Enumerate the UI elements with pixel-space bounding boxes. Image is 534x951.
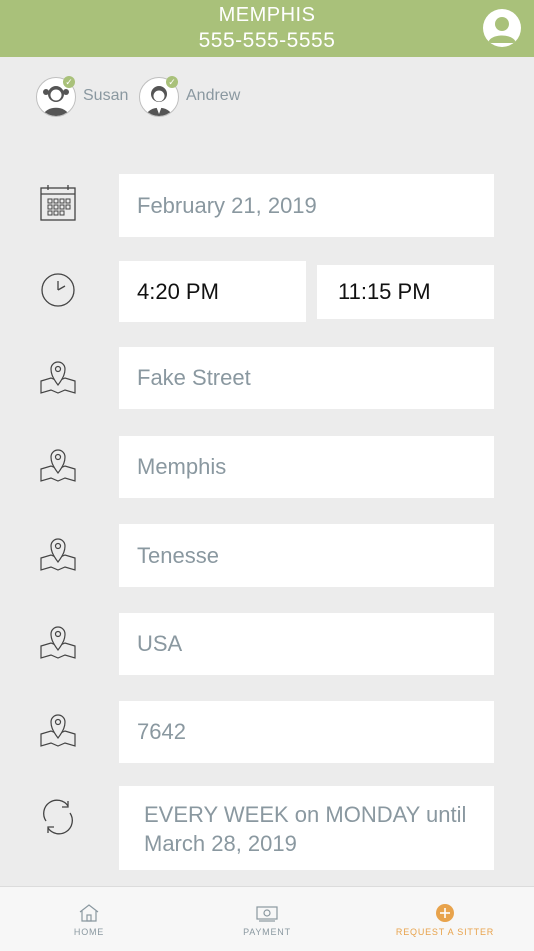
repeat-icon bbox=[43, 799, 73, 835]
start-time-field[interactable]: 4:20 PM bbox=[119, 261, 306, 322]
end-time-field[interactable]: 11:15 PM bbox=[317, 265, 494, 319]
tab-label: HOME bbox=[73, 927, 105, 937]
header-phone[interactable]: 555-555-5555 bbox=[0, 29, 534, 53]
recurrence-field[interactable]: EVERY WEEK on MONDAY until March 28, 201… bbox=[119, 786, 494, 870]
home-icon bbox=[79, 904, 99, 922]
header-city: MEMPHIS bbox=[218, 4, 316, 26]
selected-check-icon: ✓ bbox=[166, 76, 178, 88]
tab-bar: HOME PAYMENT REQUEST A SITTER bbox=[0, 886, 534, 951]
tab-label: PAYMENT bbox=[243, 927, 291, 937]
map-pin-icon bbox=[40, 714, 76, 747]
calendar-icon bbox=[40, 185, 76, 221]
tab-label: REQUEST A SITTER bbox=[395, 927, 495, 937]
street-field[interactable]: Fake Street bbox=[119, 347, 494, 409]
profile-button[interactable] bbox=[483, 9, 521, 47]
user-avatar-icon bbox=[488, 17, 516, 43]
map-pin-icon bbox=[40, 538, 76, 571]
country-field[interactable]: USA bbox=[119, 613, 494, 675]
plus-circle-icon bbox=[436, 904, 454, 922]
date-field[interactable]: February 21, 2019 bbox=[119, 174, 494, 237]
map-pin-icon bbox=[40, 361, 76, 394]
selected-check-icon: ✓ bbox=[63, 76, 75, 88]
state-field[interactable]: Tenesse bbox=[119, 524, 494, 587]
tab-home[interactable]: HOME bbox=[0, 887, 178, 951]
map-pin-icon bbox=[40, 626, 76, 659]
city-field[interactable]: Memphis bbox=[119, 436, 494, 498]
kid-name: Andrew bbox=[186, 87, 241, 104]
clock-icon bbox=[41, 273, 75, 307]
zip-field[interactable]: 7642 bbox=[119, 701, 494, 763]
kid-name: Susan bbox=[83, 87, 129, 104]
app-header: MEMPHIS 555-555-5555 bbox=[0, 0, 534, 57]
payment-icon bbox=[256, 906, 278, 922]
tab-request-a-sitter[interactable]: REQUEST A SITTER bbox=[356, 887, 534, 951]
map-pin-icon bbox=[40, 449, 76, 482]
tab-payment[interactable]: PAYMENT bbox=[178, 887, 356, 951]
